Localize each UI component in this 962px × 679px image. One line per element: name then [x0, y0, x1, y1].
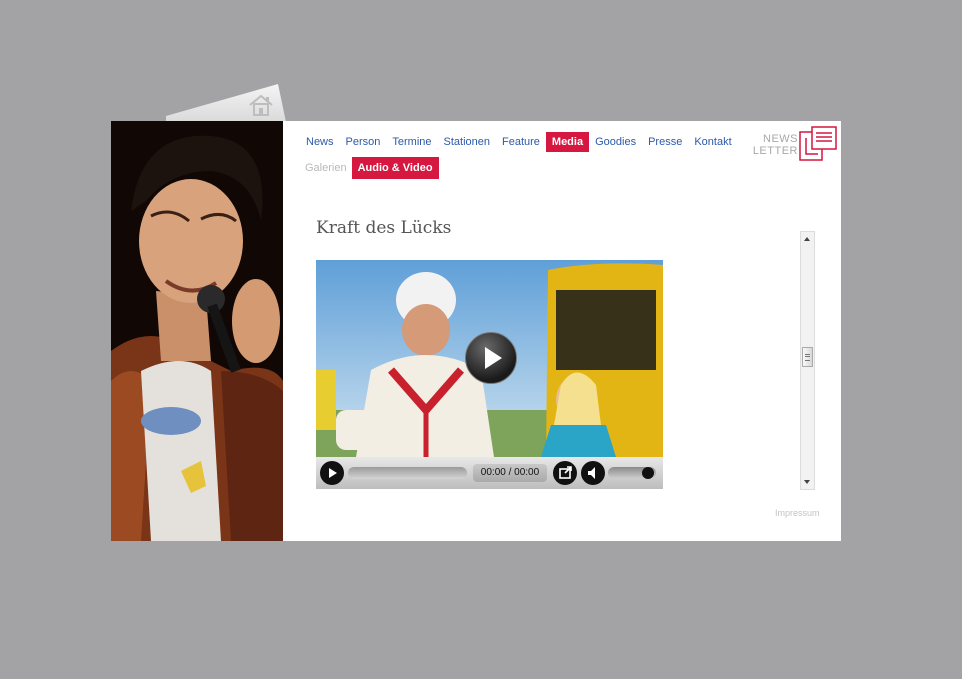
scroll-up-icon[interactable] — [804, 237, 810, 241]
scroll-thumb[interactable] — [802, 347, 813, 367]
nav-item-termine[interactable]: Termine — [386, 132, 437, 152]
nav-item-news[interactable]: News — [300, 132, 340, 152]
video-controls: 00:00 / 00:00 — [316, 457, 663, 489]
speaker-icon — [588, 467, 595, 479]
subnav-item-audio-video[interactable]: Audio & Video — [351, 157, 439, 179]
video-player[interactable]: 00:00 / 00:00 — [316, 260, 663, 489]
nav-item-person[interactable]: Person — [340, 132, 387, 152]
time-display: 00:00 / 00:00 — [473, 464, 547, 482]
newsletter-label: NEWS LETTER — [752, 133, 798, 157]
home-icon[interactable] — [248, 93, 274, 117]
mute-button[interactable] — [581, 461, 605, 485]
nav-item-stationen[interactable]: Stationen — [438, 132, 496, 152]
impressum-link[interactable]: Impressum — [775, 508, 820, 518]
main-nav: News Person Termine Stationen Feature Me… — [300, 132, 738, 152]
newsletter-icon — [799, 126, 837, 161]
volume-slider[interactable] — [608, 467, 656, 479]
nav-item-kontakt[interactable]: Kontakt — [688, 132, 737, 152]
page-title: Kraft des Lücks — [316, 218, 452, 238]
content-card: News Person Termine Stationen Feature Me… — [111, 121, 841, 541]
fullscreen-button[interactable] — [553, 461, 577, 485]
nav-item-goodies[interactable]: Goodies — [589, 132, 642, 152]
volume-knob[interactable] — [642, 467, 654, 479]
artist-photo — [111, 121, 283, 541]
newsletter-link[interactable]: NEWS LETTER — [748, 126, 840, 162]
nav-item-feature[interactable]: Feature — [496, 132, 546, 152]
progress-bar[interactable] — [348, 467, 467, 479]
sub-nav: Galerien Audio & Video — [300, 157, 439, 179]
scroll-down-icon[interactable] — [804, 480, 810, 484]
nav-item-presse[interactable]: Presse — [642, 132, 688, 152]
big-play-button[interactable] — [465, 332, 517, 384]
content-scrollbar[interactable] — [800, 231, 815, 490]
nav-item-media[interactable]: Media — [545, 132, 590, 152]
fullscreen-icon — [559, 466, 572, 479]
play-button[interactable] — [320, 461, 344, 485]
subnav-item-galerien[interactable]: Galerien — [300, 157, 352, 179]
